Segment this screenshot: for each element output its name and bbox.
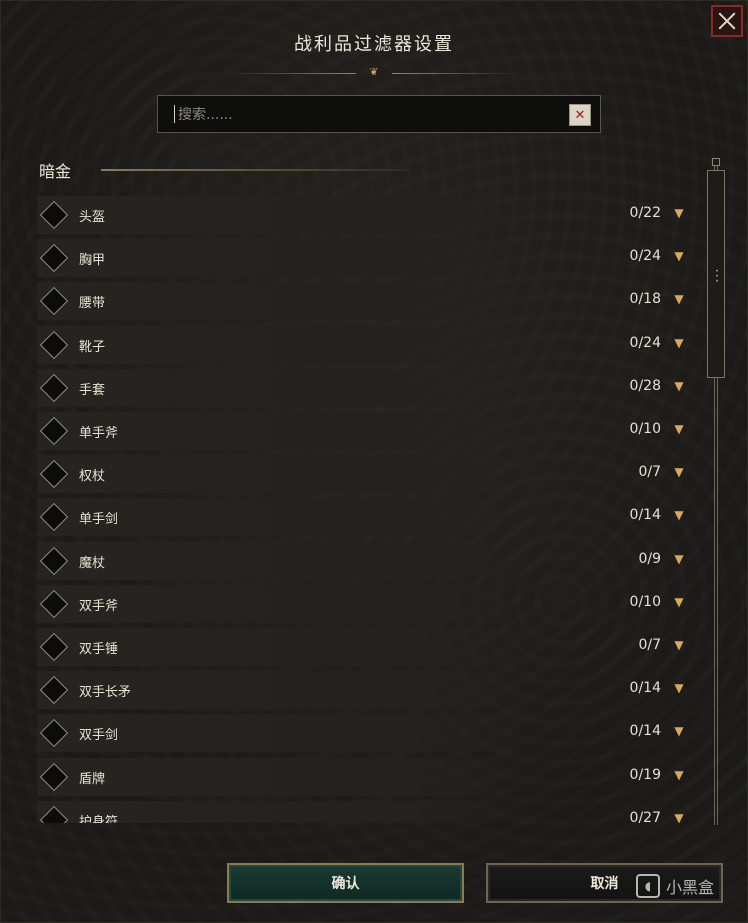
row-background	[37, 326, 537, 364]
item-label: 双手锤	[79, 642, 119, 657]
item-label: 盾牌	[79, 772, 106, 787]
clear-search-button[interactable]: ✕	[569, 104, 591, 126]
confirm-button[interactable]: 确认	[227, 863, 464, 903]
watermark-logo-icon: ◖	[636, 874, 660, 898]
item-list: 头盔 0/22 ▼ 胸甲 0/24 ▼ 腰带 0/18 ▼ 靴子 0/24 ▼ 手套 0/28 ▼ 单手斧 0/…	[37, 196, 697, 823]
item-count: 0/14	[629, 680, 661, 696]
item-label: 单手剑	[79, 512, 119, 527]
item-count: 0/28	[629, 378, 661, 394]
list-item[interactable]: 腰带 0/18 ▼	[37, 282, 697, 320]
ornament-line-right	[392, 73, 520, 74]
item-label: 魔杖	[79, 556, 106, 571]
item-label: 权杖	[79, 469, 106, 484]
chevron-down-icon[interactable]: ▼	[673, 422, 685, 436]
chevron-down-icon[interactable]: ▼	[673, 292, 685, 306]
section-title: 暗金	[39, 162, 72, 181]
watermark: ◖ 小黑盒	[636, 873, 714, 899]
chevron-down-icon[interactable]: ▼	[673, 638, 685, 652]
item-label: 手套	[79, 383, 106, 398]
chevron-down-icon[interactable]: ▼	[673, 249, 685, 263]
item-count: 0/18	[629, 291, 661, 307]
chevron-down-icon[interactable]: ▼	[673, 768, 685, 782]
chevron-down-icon[interactable]: ▼	[673, 595, 685, 609]
item-label: 靴子	[79, 340, 106, 355]
item-label: 双手斧	[79, 599, 119, 614]
item-count: 0/14	[629, 723, 661, 739]
loot-filter-dialog: 战利品过滤器设置 ❦ ✕ 暗金 头盔 0/22 ▼ 胸甲 0/24 ▼ 腰带 0/18 ▼ 靴子 0…	[0, 0, 748, 923]
list-item[interactable]: 双手斧 0/10 ▼	[37, 585, 697, 623]
item-label: 双手剑	[79, 728, 119, 743]
list-item[interactable]: 盾牌 0/19 ▼	[37, 758, 697, 796]
item-count: 0/10	[629, 594, 661, 610]
list-item[interactable]: 靴子 0/24 ▼	[37, 326, 697, 364]
chevron-down-icon[interactable]: ▼	[673, 508, 685, 522]
list-item[interactable]: 单手剑 0/14 ▼	[37, 498, 697, 536]
chevron-down-icon[interactable]: ▼	[673, 552, 685, 566]
row-background	[37, 542, 537, 580]
list-item[interactable]: 双手长矛 0/14 ▼	[37, 671, 697, 709]
item-label: 护身符	[79, 815, 119, 823]
scroll-grip-icon: • • •	[715, 268, 719, 285]
row-background	[37, 369, 537, 407]
ornament-line-left	[228, 73, 356, 74]
list-item[interactable]: 头盔 0/22 ▼	[37, 196, 697, 234]
item-label: 头盔	[79, 210, 106, 225]
chevron-down-icon[interactable]: ▼	[673, 465, 685, 479]
clear-search-icon: ✕	[574, 107, 586, 123]
dialog-title: 战利品过滤器设置	[294, 34, 454, 55]
item-count: 0/24	[629, 248, 661, 264]
list-item[interactable]: 权杖 0/7 ▼	[37, 455, 697, 493]
item-count: 0/14	[629, 507, 661, 523]
list-item[interactable]: 魔杖 0/9 ▼	[37, 542, 697, 580]
item-label: 腰带	[79, 296, 106, 311]
row-background	[37, 282, 537, 320]
chevron-down-icon[interactable]: ▼	[673, 379, 685, 393]
item-label: 胸甲	[79, 253, 106, 268]
row-background	[37, 758, 537, 796]
item-count: 0/27	[629, 810, 661, 823]
ornament-gem-icon: ❦	[369, 67, 379, 78]
section-divider	[101, 169, 407, 171]
row-background	[37, 239, 537, 277]
scrollbar[interactable]: • • •	[707, 158, 725, 825]
item-label: 单手斧	[79, 426, 119, 441]
list-item[interactable]: 护身符 0/27 ▼	[37, 801, 697, 823]
list-item[interactable]: 手套 0/28 ▼	[37, 369, 697, 407]
chevron-down-icon[interactable]: ▼	[673, 724, 685, 738]
search-input[interactable]	[176, 104, 560, 126]
scroll-cap	[712, 158, 720, 166]
item-count: 0/10	[629, 421, 661, 437]
list-item[interactable]: 胸甲 0/24 ▼	[37, 239, 697, 277]
list-item[interactable]: 双手锤 0/7 ▼	[37, 628, 697, 666]
item-count: 0/7	[638, 637, 661, 653]
chevron-down-icon[interactable]: ▼	[673, 811, 685, 823]
row-background	[37, 455, 537, 493]
row-background	[37, 196, 537, 234]
list-item[interactable]: 双手剑 0/14 ▼	[37, 714, 697, 752]
item-count: 0/19	[629, 767, 661, 783]
item-count: 0/7	[638, 464, 661, 480]
chevron-down-icon[interactable]: ▼	[673, 681, 685, 695]
text-cursor	[174, 105, 175, 123]
title-ornament: ❦	[228, 68, 520, 78]
search-box: ✕	[157, 95, 601, 133]
item-label: 双手长矛	[79, 685, 132, 700]
chevron-down-icon[interactable]: ▼	[673, 336, 685, 350]
item-count: 0/24	[629, 335, 661, 351]
item-count: 0/22	[629, 205, 661, 221]
scroll-thumb[interactable]: • • •	[707, 170, 725, 378]
watermark-text: 小黑盒	[666, 878, 715, 897]
list-item[interactable]: 单手斧 0/10 ▼	[37, 412, 697, 450]
item-count: 0/9	[638, 551, 661, 567]
chevron-down-icon[interactable]: ▼	[673, 206, 685, 220]
